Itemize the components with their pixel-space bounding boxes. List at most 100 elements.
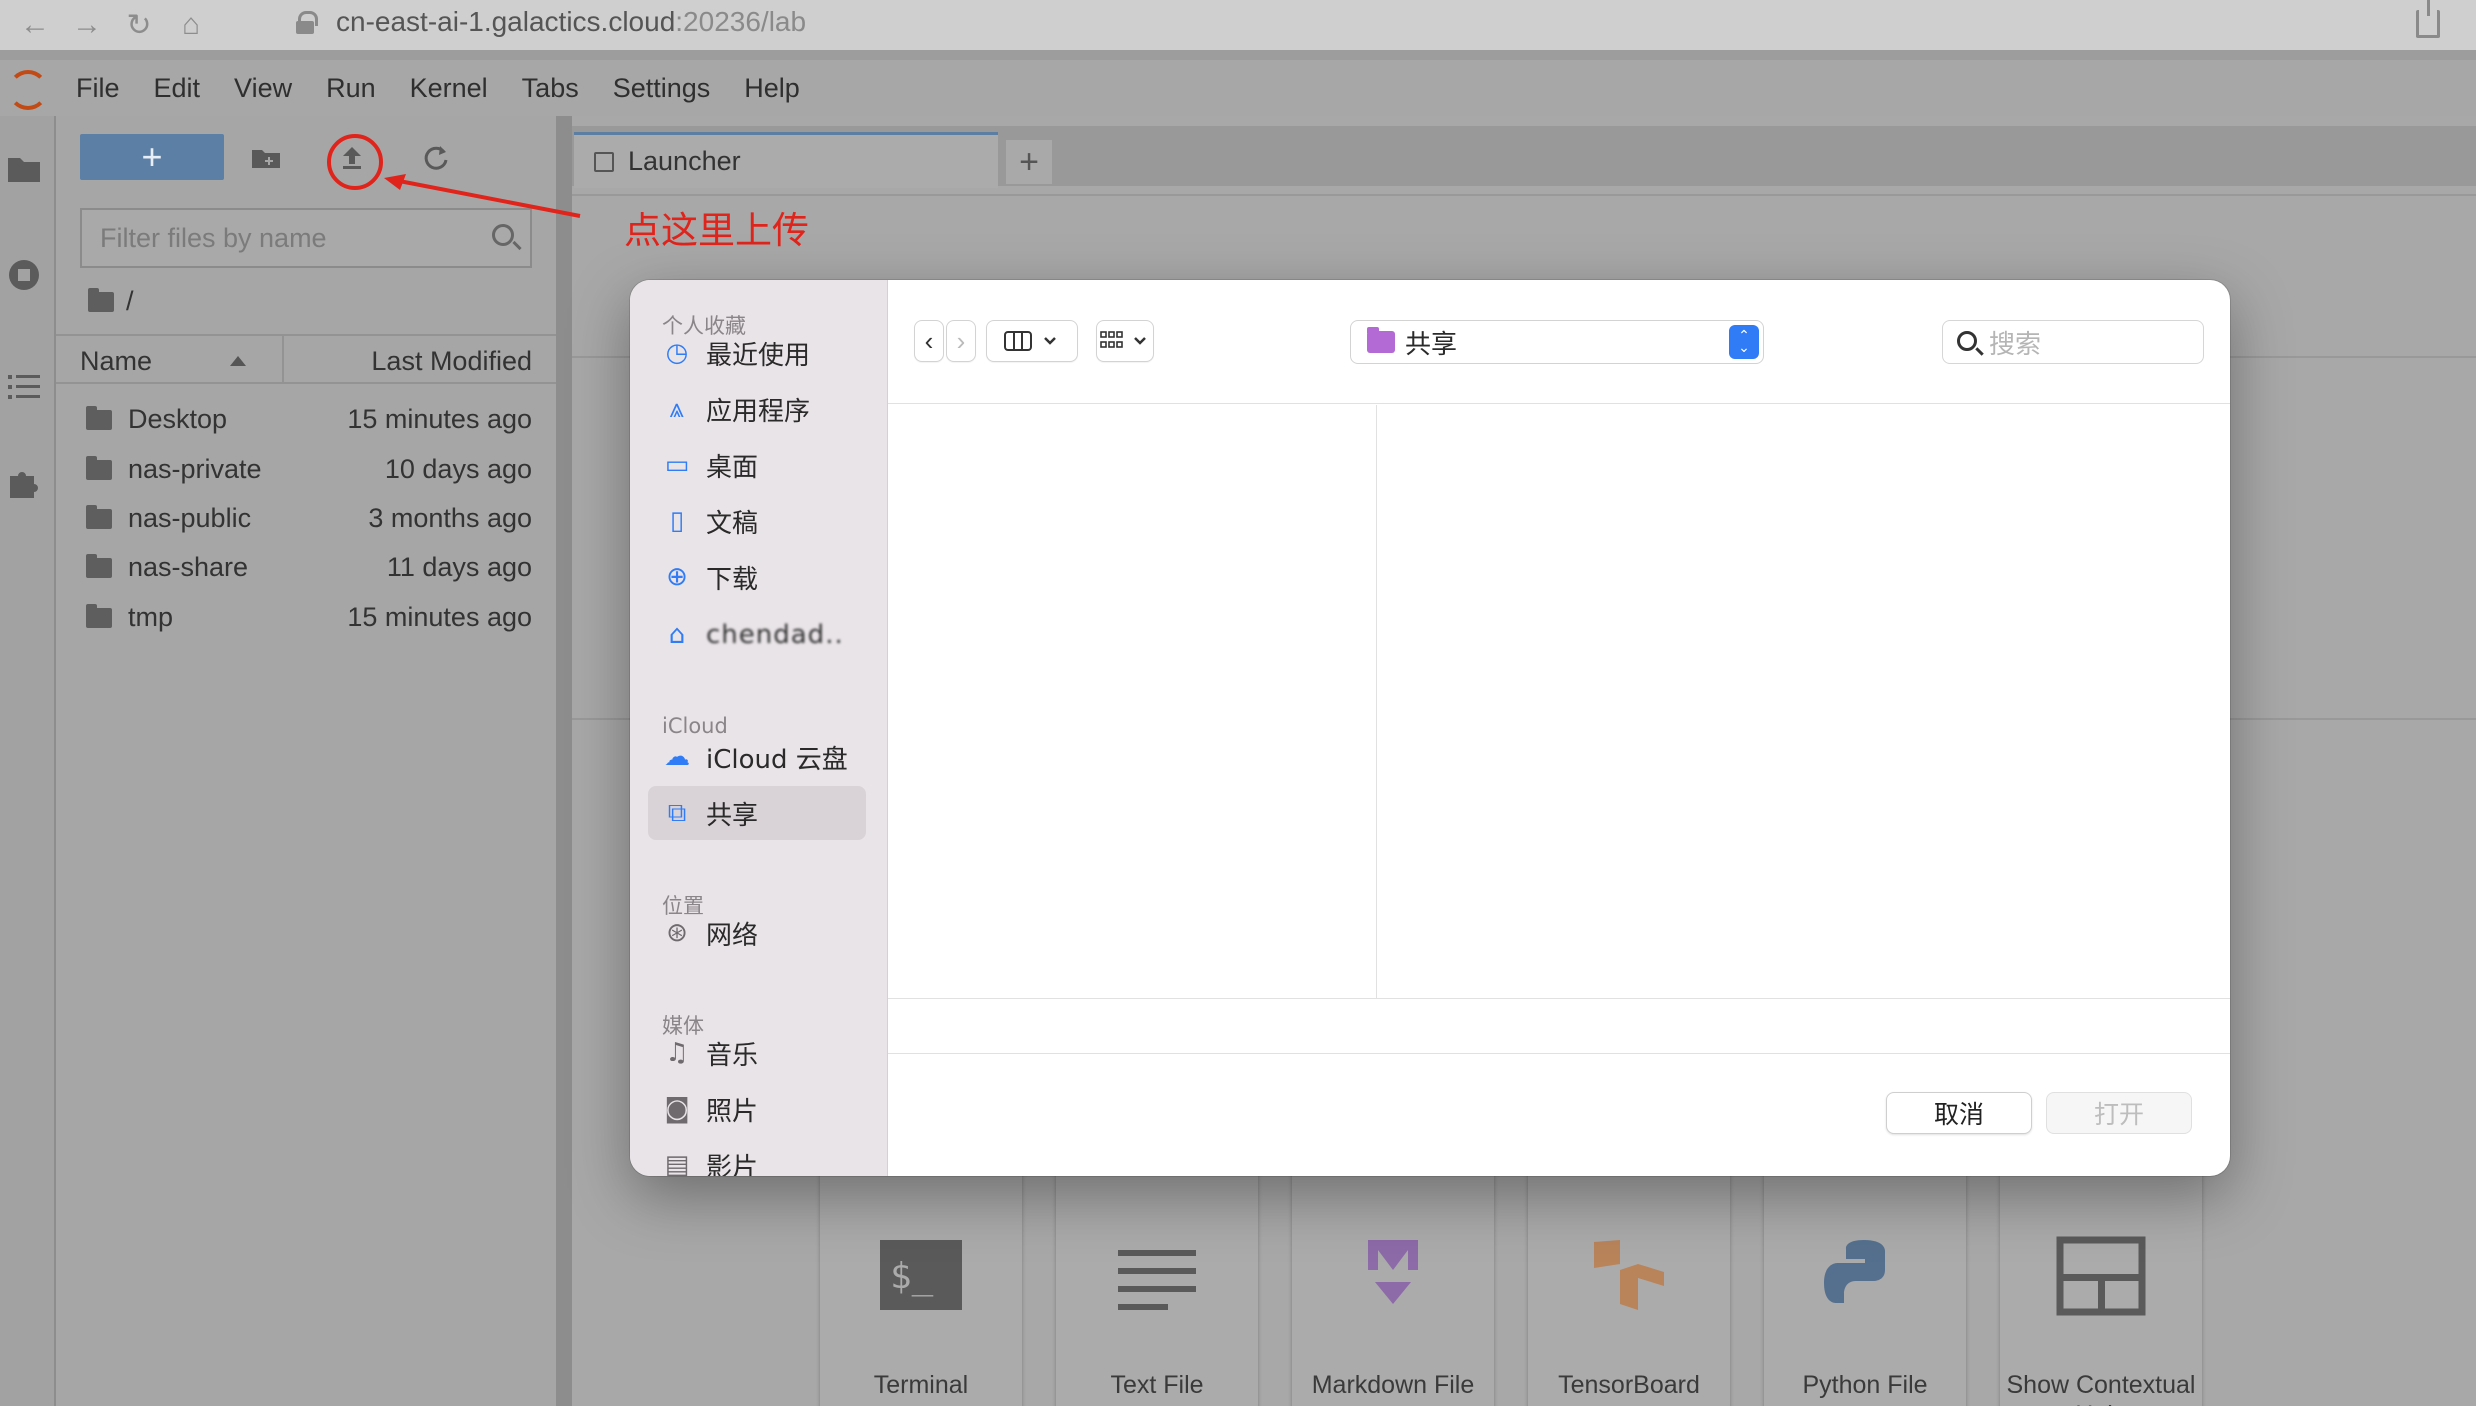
menu-view[interactable]: View [234,73,292,104]
open-button[interactable]: 打开 [2046,1092,2192,1134]
view-mode-button[interactable] [986,320,1078,362]
menu-settings[interactable]: Settings [613,73,711,104]
annotation-arrow [384,174,581,218]
sidebar-item-label: 桌面 [706,452,759,483]
camera-icon: ◙ [664,1094,690,1124]
forward-icon[interactable]: → [70,8,104,42]
sidebar-item-music[interactable]: ♫ 音乐 [648,1026,866,1080]
text-file-icon [1118,1250,1196,1310]
file-row[interactable]: tmp 15 minutes ago [56,592,556,642]
sidebar-item-documents[interactable]: ▯ 文稿 [648,494,866,548]
sidebar-item-applications[interactable]: ⩓ 应用程序 [648,382,866,436]
breadcrumb[interactable]: / [88,286,134,317]
add-tab-button[interactable]: + [1006,140,1052,184]
browser-column-1[interactable] [888,405,1377,998]
tab-bar: Launcher + [572,126,2476,188]
running-icon[interactable] [6,258,42,292]
search-placeholder: 搜索 [1989,329,2042,360]
dialog-search-input[interactable]: 搜索 [1942,320,2204,364]
sidebar-item-network[interactable]: ⊛ 网络 [648,906,866,960]
file-name: nas-private [128,454,262,484]
folder-icon [86,505,112,529]
new-launcher-button[interactable]: + [80,134,224,180]
dialog-options-strip [888,998,2230,1054]
file-row[interactable]: nas-private 10 days ago [56,444,556,494]
forward-button[interactable]: › [946,320,976,362]
card-label: TensorBoard [1558,1371,1700,1399]
card-label: Text File [1110,1371,1204,1399]
sidebar-item-label: 网络 [706,920,759,951]
annotation-circle [327,134,383,190]
document-icon: ▯ [669,506,685,536]
launcher-card-contextual-help[interactable]: Show Contextual Help [2000,1146,2202,1406]
group-button[interactable] [1096,320,1154,362]
column-divider[interactable] [282,336,284,384]
extension-icon[interactable] [6,466,42,500]
file-row[interactable]: nas-share 11 days ago [56,542,556,592]
divider [572,194,2476,196]
sidebar-item-label: 最近使用 [706,340,811,371]
sidebar-item-shared[interactable]: ⧉ 共享 [648,786,866,840]
clock-icon: ◷ [665,338,689,368]
download-icon: ⊕ [666,562,688,592]
browser-column-2[interactable] [1378,405,2230,998]
folder-icon [86,554,112,578]
python-icon [1824,1240,1886,1304]
sidebar-splitter[interactable] [556,116,572,1406]
folder-icon[interactable] [6,152,42,186]
sidebar-item-movies[interactable]: ▤ 影片 [648,1138,866,1176]
menu-tabs[interactable]: Tabs [522,73,579,104]
menu-kernel[interactable]: Kernel [410,73,488,104]
back-icon[interactable]: ← [18,8,52,42]
tab-launcher[interactable]: Launcher [574,132,998,188]
launcher-card-python-file[interactable]: Python File [1764,1146,1966,1406]
file-modified: 11 days ago [386,552,532,582]
reload-icon[interactable]: ↻ [122,8,156,42]
menu-edit[interactable]: Edit [154,73,201,104]
location-popup[interactable]: 共享 ⌃ ⌄ [1350,320,1764,364]
file-list-header: Name Last Modified [56,334,556,384]
sidebar-item-icloud-drive[interactable]: ☁ iCloud 云盘 [648,730,866,784]
column-last-modified[interactable]: Last Modified [371,346,532,377]
new-folder-icon[interactable] [246,138,286,178]
file-browser: + Filter files by name / Name Last Modif… [56,116,556,1406]
file-row[interactable]: nas-public 3 months ago [56,493,556,543]
file-row[interactable]: Desktop 15 minutes ago [56,394,556,444]
annotation-text: 点这里上传 [624,209,809,252]
menu-help[interactable]: Help [744,73,800,104]
file-modified: 15 minutes ago [347,404,532,434]
terminal-icon: $_ [880,1240,962,1310]
file-modified: 15 minutes ago [347,602,532,632]
launcher-card-tensorboard[interactable]: TensorBoard [1528,1146,1730,1406]
breadcrumb-root[interactable]: / [126,286,134,317]
home-icon[interactable]: ⌂ [174,8,208,42]
menu-run[interactable]: Run [326,73,376,104]
launcher-card-markdown[interactable]: Markdown File [1292,1146,1494,1406]
share-icon[interactable] [2416,0,2440,38]
shared-folder-icon: ⧉ [667,797,687,828]
grid-icon [1100,331,1146,348]
launcher-card-text-file[interactable]: Text File [1056,1146,1258,1406]
sidebar-item-recents[interactable]: ◷ 最近使用 [648,326,866,380]
file-name: nas-share [128,552,249,582]
sidebar-item-home[interactable]: ⌂ chendad.. [648,608,866,662]
launcher-card-terminal[interactable]: $_ Terminal [820,1146,1022,1406]
file-open-dialog: 个人收藏 ◷ 最近使用 ⩓ 应用程序 ▭ 桌面 ▯ 文稿 ⊕ 下载 ⌂ chen… [630,280,2230,1176]
file-name: nas-public [128,503,252,533]
file-name: tmp [128,602,174,632]
toc-icon[interactable] [6,370,42,404]
sidebar-item-downloads[interactable]: ⊕ 下载 [648,550,866,604]
sidebar-item-label: chendad.. [706,620,844,650]
url-host: cn-east-ai-1.galactics.cloud [336,6,676,37]
column-name[interactable]: Name [80,346,152,377]
sidebar-item-photos[interactable]: ◙ 照片 [648,1082,866,1136]
address-bar[interactable]: cn-east-ai-1.galactics.cloud:20236/lab [296,6,806,38]
sidebar-item-desktop[interactable]: ▭ 桌面 [648,438,866,492]
cancel-button[interactable]: 取消 [1886,1092,2032,1134]
sort-ascending-icon [230,356,246,366]
location-label: 共享 [1405,329,1458,360]
column-view-icon [1004,331,1056,351]
back-button[interactable]: ‹ [914,320,944,362]
svg-text:$_: $_ [890,1256,934,1297]
menu-file[interactable]: File [76,73,120,104]
